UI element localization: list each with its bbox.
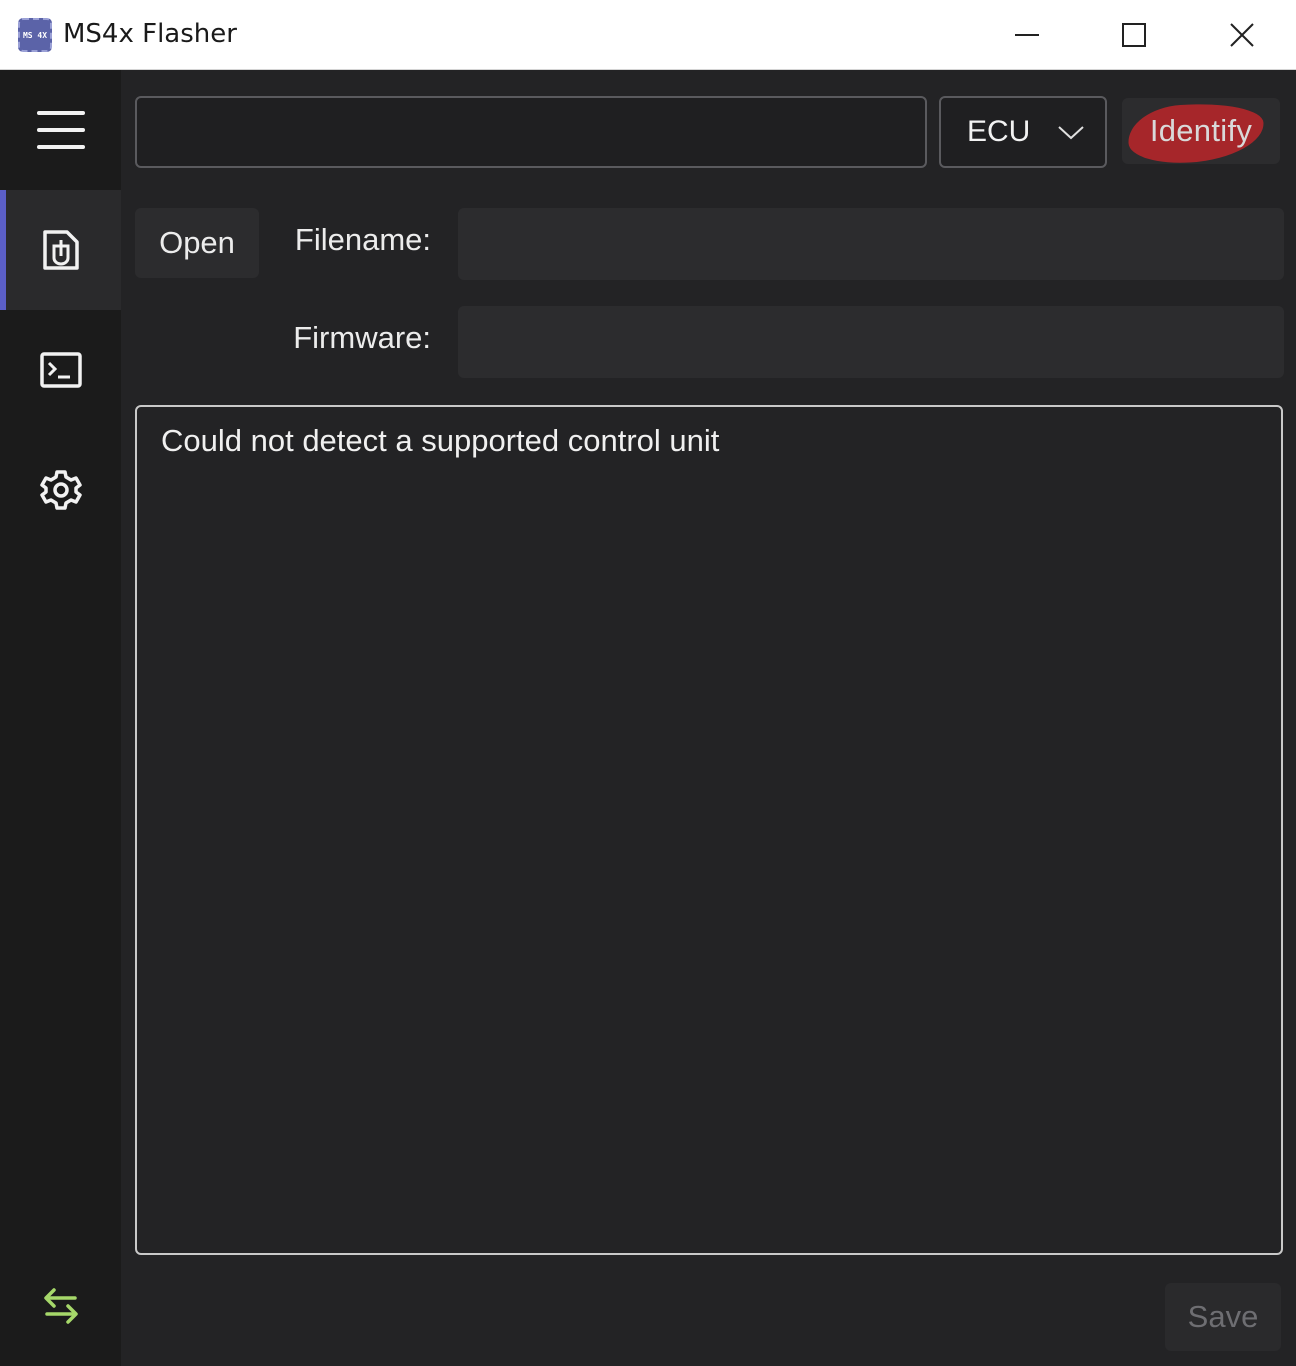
identify-button-label: Identify <box>1149 113 1253 148</box>
chip-icon: MS 4X <box>18 18 52 52</box>
maximize-icon <box>1122 23 1146 47</box>
save-button[interactable]: Save <box>1165 1283 1281 1351</box>
sidebar-menu-toggle[interactable] <box>0 70 121 190</box>
terminal-icon <box>39 352 82 388</box>
sidebar-item-swap[interactable] <box>0 1246 121 1366</box>
sidebar-item-flash[interactable] <box>0 190 121 310</box>
filename-field <box>458 208 1284 280</box>
log-message: Could not detect a supported control uni… <box>161 423 720 458</box>
main-panel: ECU Identify Open Filename: Firmware: Co… <box>121 70 1296 1366</box>
filename-label: Filename: <box>294 222 431 257</box>
ecu-dropdown[interactable]: ECU <box>939 96 1107 168</box>
file-flash-icon <box>42 230 79 270</box>
minimize-button[interactable] <box>973 0 1081 70</box>
minimize-icon <box>1015 34 1039 36</box>
sidebar <box>0 70 121 1366</box>
window-title: MS4x Flasher <box>63 19 237 49</box>
firmware-field <box>458 306 1284 378</box>
port-input[interactable] <box>135 96 927 168</box>
sidebar-item-settings[interactable] <box>0 430 121 550</box>
title-bar: MS 4X MS4x Flasher <box>0 0 1296 70</box>
hamburger-menu-icon <box>36 111 85 149</box>
close-button[interactable] <box>1188 0 1296 70</box>
log-output[interactable]: Could not detect a supported control uni… <box>135 405 1283 1255</box>
chevron-down-icon <box>1058 126 1084 140</box>
sidebar-item-terminal[interactable] <box>0 310 121 430</box>
firmware-label: Firmware: <box>293 320 431 355</box>
identify-button[interactable]: Identify <box>1122 98 1280 164</box>
maximize-button[interactable] <box>1080 0 1188 70</box>
gear-icon <box>39 470 82 510</box>
close-icon <box>1230 23 1254 47</box>
ecu-dropdown-label: ECU <box>967 115 1031 148</box>
swap-arrows-icon <box>43 1288 78 1324</box>
